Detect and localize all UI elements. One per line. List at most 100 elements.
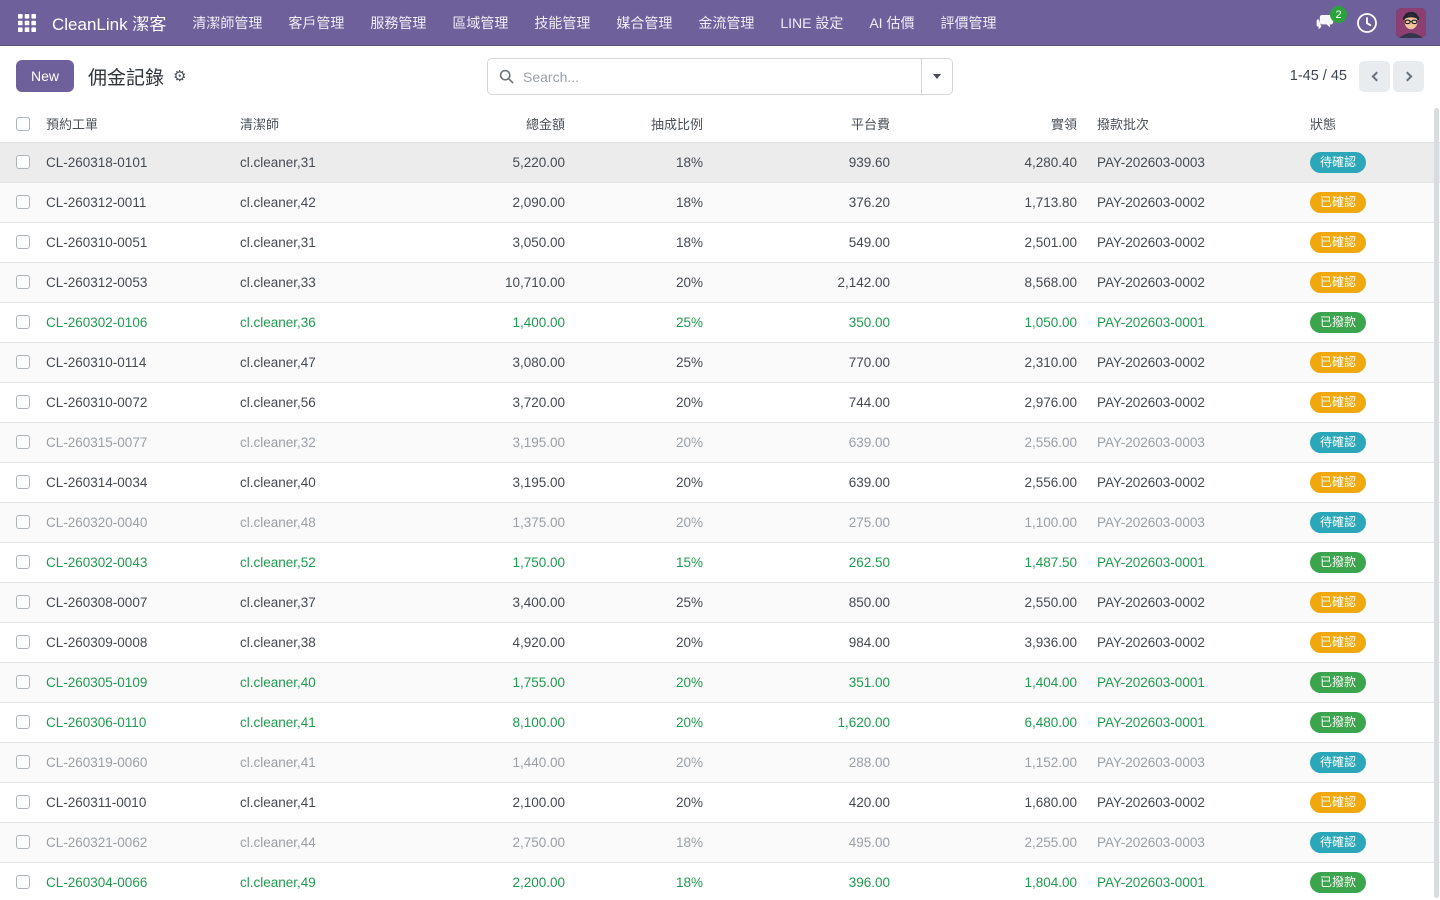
row-checkbox[interactable] bbox=[16, 155, 30, 169]
cell-total: 2,750.00 bbox=[425, 822, 575, 862]
cell-net: 1,050.00 bbox=[900, 302, 1087, 342]
table-row[interactable]: CL-260311-0010cl.cleaner,412,100.0020%42… bbox=[0, 782, 1440, 822]
search-dropdown-toggle[interactable] bbox=[921, 59, 952, 94]
cell-platform_fee: 850.00 bbox=[713, 582, 900, 622]
row-checkbox[interactable] bbox=[16, 195, 30, 209]
menu-item-region-mgmt[interactable]: 區域管理 bbox=[452, 13, 508, 33]
search-input[interactable] bbox=[523, 69, 921, 85]
row-checkbox[interactable] bbox=[16, 755, 30, 769]
row-checkbox[interactable] bbox=[16, 675, 30, 689]
cell-rate: 20% bbox=[575, 742, 713, 782]
table-row[interactable]: CL-260321-0062cl.cleaner,442,750.0018%49… bbox=[0, 822, 1440, 862]
table-row[interactable]: CL-260309-0008cl.cleaner,384,920.0020%98… bbox=[0, 622, 1440, 662]
cell-cleaner: cl.cleaner,31 bbox=[240, 222, 425, 262]
column-header-platform_fee[interactable]: 平台費 bbox=[713, 106, 900, 142]
search-icon bbox=[499, 69, 514, 84]
row-checkbox[interactable] bbox=[16, 315, 30, 329]
table-row[interactable]: CL-260305-0109cl.cleaner,401,755.0020%35… bbox=[0, 662, 1440, 702]
table-row[interactable]: CL-260302-0106cl.cleaner,361,400.0025%35… bbox=[0, 302, 1440, 342]
new-button[interactable]: New bbox=[16, 60, 74, 92]
cell-batch: PAY-202603-0001 bbox=[1087, 862, 1300, 900]
row-checkbox[interactable] bbox=[16, 795, 30, 809]
cell-checkbox bbox=[0, 742, 40, 782]
menu-item-skill-mgmt[interactable]: 技能管理 bbox=[534, 13, 590, 33]
row-checkbox[interactable] bbox=[16, 435, 30, 449]
row-checkbox[interactable] bbox=[16, 235, 30, 249]
cell-checkbox bbox=[0, 462, 40, 502]
select-all-checkbox[interactable] bbox=[16, 117, 30, 131]
menu-item-ai-estimate[interactable]: AI 估價 bbox=[869, 13, 914, 33]
vertical-scrollbar[interactable] bbox=[1434, 108, 1439, 898]
table-row[interactable]: CL-260312-0053cl.cleaner,3310,710.0020%2… bbox=[0, 262, 1440, 302]
column-header-status[interactable]: 狀態 bbox=[1300, 106, 1440, 142]
cell-net: 6,480.00 bbox=[900, 702, 1087, 742]
table-row[interactable]: CL-260310-0051cl.cleaner,313,050.0018%54… bbox=[0, 222, 1440, 262]
row-checkbox[interactable] bbox=[16, 355, 30, 369]
cell-rate: 20% bbox=[575, 782, 713, 822]
table-row[interactable]: CL-260308-0007cl.cleaner,373,400.0025%85… bbox=[0, 582, 1440, 622]
row-checkbox[interactable] bbox=[16, 515, 30, 529]
row-checkbox[interactable] bbox=[16, 835, 30, 849]
pager-next-button[interactable] bbox=[1393, 61, 1424, 92]
cell-checkbox bbox=[0, 822, 40, 862]
cell-checkbox bbox=[0, 382, 40, 422]
row-checkbox[interactable] bbox=[16, 555, 30, 569]
menu-item-line-settings[interactable]: LINE 設定 bbox=[780, 13, 843, 33]
cell-platform_fee: 639.00 bbox=[713, 422, 900, 462]
table-row[interactable]: CL-260315-0077cl.cleaner,323,195.0020%63… bbox=[0, 422, 1440, 462]
table-row[interactable]: CL-260314-0034cl.cleaner,403,195.0020%63… bbox=[0, 462, 1440, 502]
cell-batch: PAY-202603-0002 bbox=[1087, 182, 1300, 222]
table-row[interactable]: CL-260306-0110cl.cleaner,418,100.0020%1,… bbox=[0, 702, 1440, 742]
app-brand[interactable]: CleanLink 潔客 bbox=[52, 10, 166, 35]
column-header-total[interactable]: 總金額 bbox=[425, 106, 575, 142]
table-row[interactable]: CL-260320-0040cl.cleaner,481,375.0020%27… bbox=[0, 502, 1440, 542]
row-checkbox[interactable] bbox=[16, 595, 30, 609]
cell-rate: 20% bbox=[575, 702, 713, 742]
menu-item-cashflow-mgmt[interactable]: 金流管理 bbox=[698, 13, 754, 33]
row-checkbox[interactable] bbox=[16, 715, 30, 729]
column-header-cleaner[interactable]: 清潔師 bbox=[240, 106, 425, 142]
gear-icon[interactable]: ⚙ bbox=[173, 67, 186, 85]
cell-order: CL-260302-0043 bbox=[40, 542, 240, 582]
menu-item-matching-mgmt[interactable]: 媒合管理 bbox=[616, 13, 672, 33]
user-avatar[interactable] bbox=[1396, 8, 1426, 38]
table-row[interactable]: CL-260310-0114cl.cleaner,473,080.0025%77… bbox=[0, 342, 1440, 382]
menu-item-cleaner-mgmt[interactable]: 清潔師管理 bbox=[192, 13, 262, 33]
menu-item-review-mgmt[interactable]: 評價管理 bbox=[940, 13, 996, 33]
menu-item-customer-mgmt[interactable]: 客戶管理 bbox=[288, 13, 344, 33]
table-row[interactable]: CL-260304-0066cl.cleaner,492,200.0018%39… bbox=[0, 862, 1440, 900]
status-badge: 已撥款 bbox=[1310, 552, 1366, 573]
row-checkbox[interactable] bbox=[16, 275, 30, 289]
pager-prev-button[interactable] bbox=[1359, 61, 1390, 92]
control-bar: New 佣金記錄 ⚙ 1-45 / 45 bbox=[0, 46, 1440, 106]
cell-rate: 18% bbox=[575, 222, 713, 262]
table-row[interactable]: CL-260318-0101cl.cleaner,315,220.0018%93… bbox=[0, 142, 1440, 182]
cell-platform_fee: 495.00 bbox=[713, 822, 900, 862]
column-header-rate[interactable]: 抽成比例 bbox=[575, 106, 713, 142]
cell-checkbox bbox=[0, 342, 40, 382]
cell-rate: 20% bbox=[575, 622, 713, 662]
column-header-batch[interactable]: 撥款批次 bbox=[1087, 106, 1300, 142]
cell-net: 1,404.00 bbox=[900, 662, 1087, 702]
cell-total: 1,375.00 bbox=[425, 502, 575, 542]
cell-status: 待確認 bbox=[1300, 502, 1440, 542]
cell-total: 5,220.00 bbox=[425, 142, 575, 182]
table-row[interactable]: CL-260312-0011cl.cleaner,422,090.0018%37… bbox=[0, 182, 1440, 222]
row-checkbox[interactable] bbox=[16, 875, 30, 889]
row-checkbox[interactable] bbox=[16, 635, 30, 649]
column-header-net[interactable]: 實領 bbox=[900, 106, 1087, 142]
menu-item-service-mgmt[interactable]: 服務管理 bbox=[370, 13, 426, 33]
table-row[interactable]: CL-260319-0060cl.cleaner,411,440.0020%28… bbox=[0, 742, 1440, 782]
cell-platform_fee: 639.00 bbox=[713, 462, 900, 502]
column-header-order[interactable]: 預約工單 bbox=[40, 106, 240, 142]
row-checkbox[interactable] bbox=[16, 475, 30, 489]
activity-clock-icon[interactable] bbox=[1356, 12, 1378, 34]
table-row[interactable]: CL-260310-0072cl.cleaner,563,720.0020%74… bbox=[0, 382, 1440, 422]
cell-status: 已撥款 bbox=[1300, 662, 1440, 702]
apps-grid-icon[interactable] bbox=[14, 10, 40, 36]
row-checkbox[interactable] bbox=[16, 395, 30, 409]
table-row[interactable]: CL-260302-0043cl.cleaner,521,750.0015%26… bbox=[0, 542, 1440, 582]
messages-icon[interactable]: 2 bbox=[1314, 13, 1338, 32]
status-badge: 待確認 bbox=[1310, 152, 1366, 173]
cell-status: 待確認 bbox=[1300, 422, 1440, 462]
